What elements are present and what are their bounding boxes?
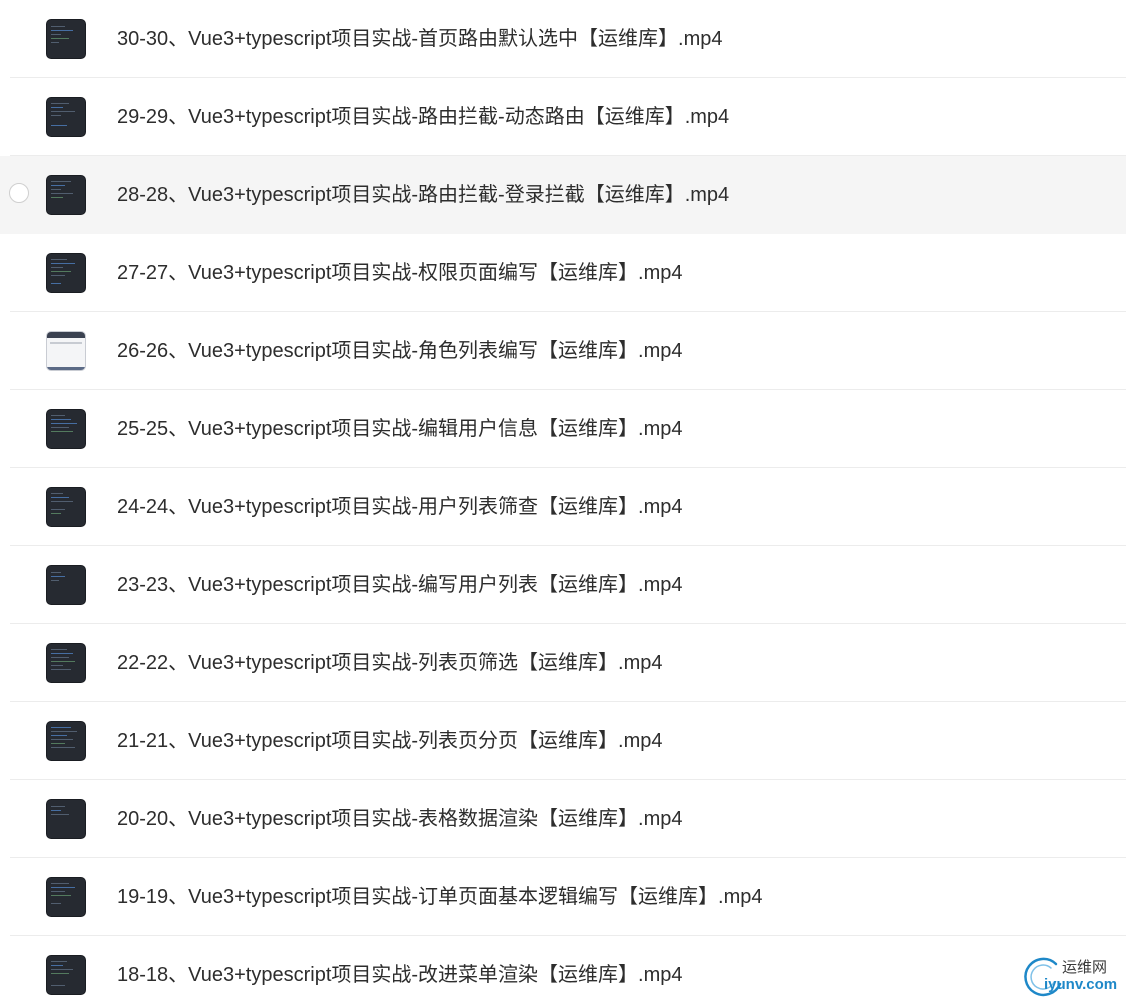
video-thumbnail-icon — [46, 97, 86, 137]
video-thumbnail-icon — [46, 19, 86, 59]
watermark-domain: iyunv.com — [1044, 976, 1118, 993]
file-name[interactable]: 26-26、Vue3+typescript项目实战-角色列表编写【运维库】.mp… — [117, 338, 683, 364]
file-name[interactable]: 30-30、Vue3+typescript项目实战-首页路由默认选中【运维库】.… — [117, 26, 723, 52]
list-item[interactable]: 21-21、Vue3+typescript项目实战-列表页分页【运维库】.mp4 — [0, 702, 1126, 780]
list-item[interactable]: 22-22、Vue3+typescript项目实战-列表页筛选【运维库】.mp4 — [0, 624, 1126, 702]
list-item[interactable]: 23-23、Vue3+typescript项目实战-编写用户列表【运维库】.mp… — [0, 546, 1126, 624]
video-thumbnail-icon — [46, 253, 86, 293]
video-thumbnail-icon — [46, 409, 86, 449]
list-item[interactable]: 25-25、Vue3+typescript项目实战-编辑用户信息【运维库】.mp… — [0, 390, 1126, 468]
list-item[interactable]: 19-19、Vue3+typescript项目实战-订单页面基本逻辑编写【运维库… — [0, 858, 1126, 936]
watermark-title: 运维网 — [1062, 958, 1108, 976]
file-name[interactable]: 20-20、Vue3+typescript项目实战-表格数据渲染【运维库】.mp… — [117, 806, 683, 832]
file-list: 30-30、Vue3+typescript项目实战-首页路由默认选中【运维库】.… — [0, 0, 1126, 1000]
page-thumbnail-icon — [46, 331, 86, 371]
list-item[interactable]: 27-27、Vue3+typescript项目实战-权限页面编写【运维库】.mp… — [0, 234, 1126, 312]
file-name[interactable]: 19-19、Vue3+typescript项目实战-订单页面基本逻辑编写【运维库… — [117, 884, 763, 910]
list-item[interactable]: 29-29、Vue3+typescript项目实战-路由拦截-动态路由【运维库】… — [0, 78, 1126, 156]
list-item[interactable]: 18-18、Vue3+typescript项目实战-改进菜单渲染【运维库】.mp… — [0, 936, 1126, 1000]
site-watermark: 运维网 iyunv.com — [1020, 952, 1126, 1000]
file-name[interactable]: 22-22、Vue3+typescript项目实战-列表页筛选【运维库】.mp4 — [117, 650, 663, 676]
file-name[interactable]: 24-24、Vue3+typescript项目实战-用户列表筛查【运维库】.mp… — [117, 494, 683, 520]
list-item[interactable]: 30-30、Vue3+typescript项目实战-首页路由默认选中【运维库】.… — [0, 0, 1126, 78]
video-thumbnail-icon — [46, 877, 86, 917]
file-name[interactable]: 21-21、Vue3+typescript项目实战-列表页分页【运维库】.mp4 — [117, 728, 663, 754]
file-name[interactable]: 18-18、Vue3+typescript项目实战-改进菜单渲染【运维库】.mp… — [117, 962, 683, 988]
video-thumbnail-icon — [46, 565, 86, 605]
video-thumbnail-icon — [46, 799, 86, 839]
video-thumbnail-icon — [46, 487, 86, 527]
select-checkbox[interactable] — [9, 183, 29, 203]
file-name[interactable]: 23-23、Vue3+typescript项目实战-编写用户列表【运维库】.mp… — [117, 572, 683, 598]
list-item[interactable]: 28-28、Vue3+typescript项目实战-路由拦截-登录拦截【运维库】… — [0, 156, 1126, 234]
list-item[interactable]: 24-24、Vue3+typescript项目实战-用户列表筛查【运维库】.mp… — [0, 468, 1126, 546]
file-name[interactable]: 28-28、Vue3+typescript项目实战-路由拦截-登录拦截【运维库】… — [117, 182, 729, 208]
list-item[interactable]: 20-20、Vue3+typescript项目实战-表格数据渲染【运维库】.mp… — [0, 780, 1126, 858]
video-thumbnail-icon — [46, 721, 86, 761]
video-thumbnail-icon — [46, 175, 86, 215]
video-thumbnail-icon — [46, 955, 86, 995]
list-item[interactable]: 26-26、Vue3+typescript项目实战-角色列表编写【运维库】.mp… — [0, 312, 1126, 390]
video-thumbnail-icon — [46, 643, 86, 683]
file-name[interactable]: 27-27、Vue3+typescript项目实战-权限页面编写【运维库】.mp… — [117, 260, 683, 286]
file-name[interactable]: 29-29、Vue3+typescript项目实战-路由拦截-动态路由【运维库】… — [117, 104, 729, 130]
file-name[interactable]: 25-25、Vue3+typescript项目实战-编辑用户信息【运维库】.mp… — [117, 416, 683, 442]
